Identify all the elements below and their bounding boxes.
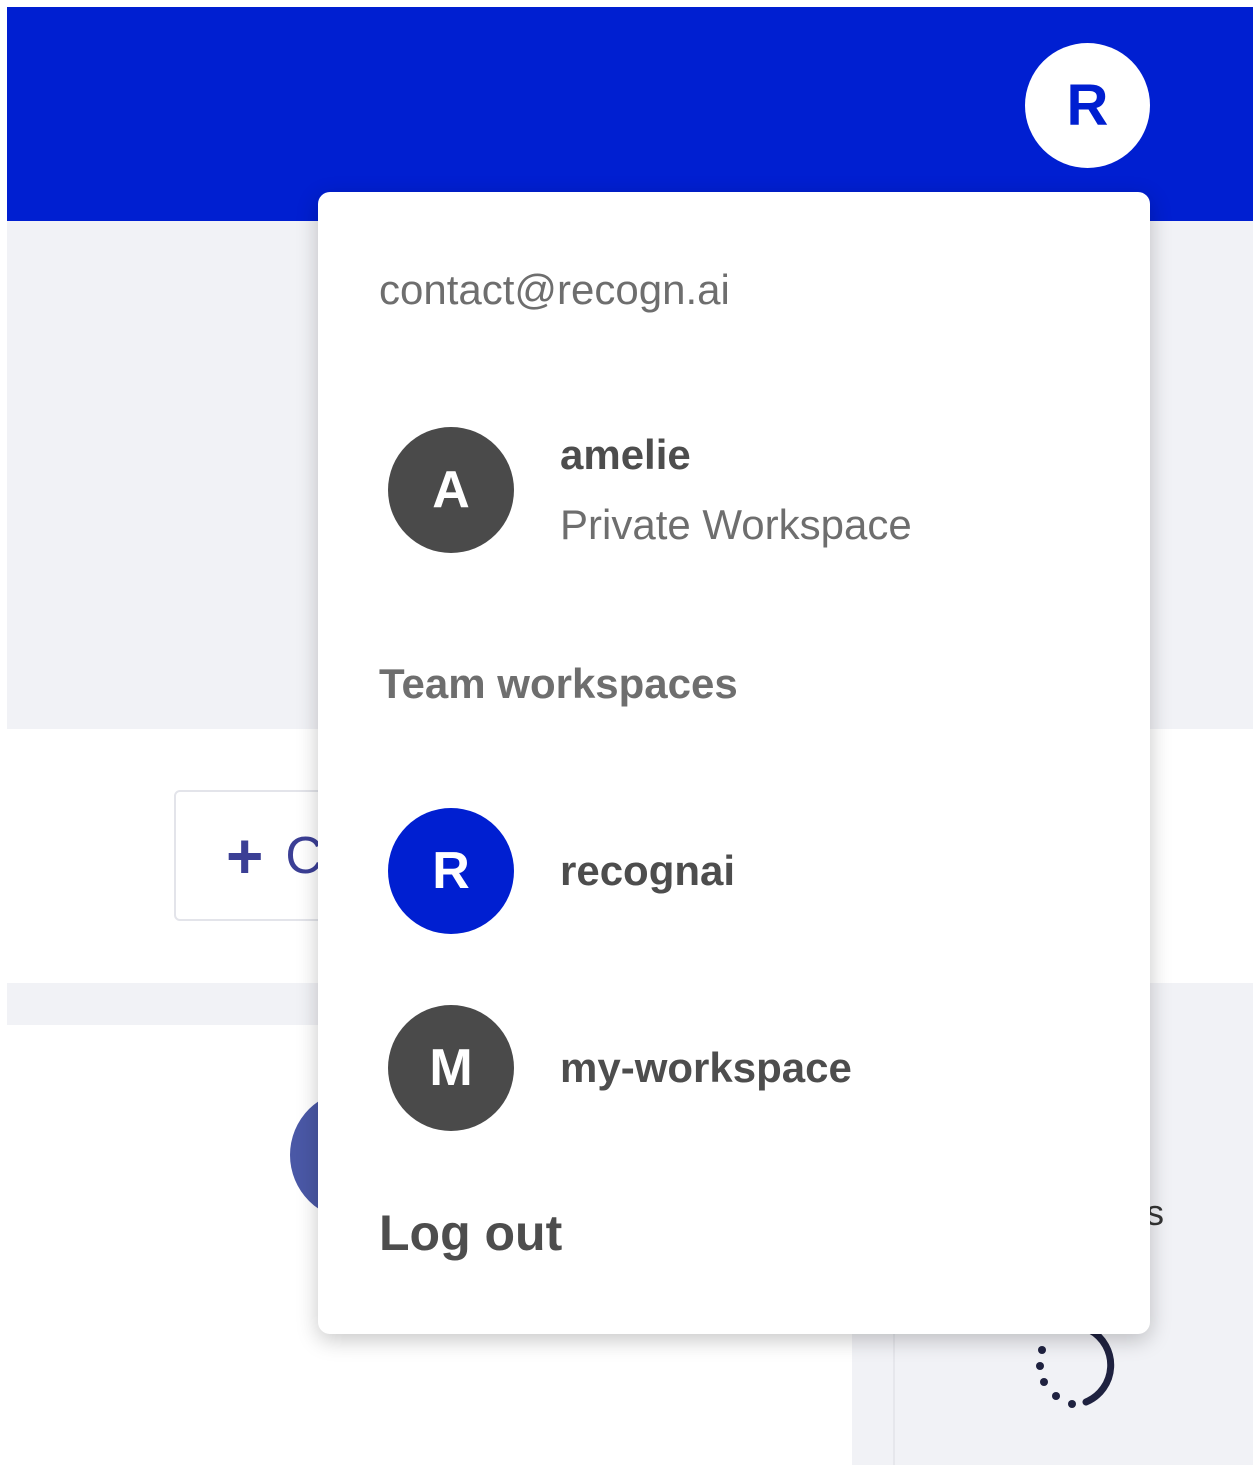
workspace-avatar: A [388, 427, 514, 553]
user-menu-dropdown: contact@recogn.ai A amelie Private Works… [318, 192, 1150, 1334]
workspace-avatar-initial: R [432, 842, 470, 900]
user-avatar-button[interactable]: R [1025, 43, 1150, 168]
user-avatar-initial: R [1066, 73, 1109, 138]
user-email: contact@recogn.ai [379, 266, 730, 313]
workspace-avatar-initial: M [429, 1039, 473, 1097]
workspace-item-private[interactable]: A amelie Private Workspace [388, 427, 1088, 553]
workspace-text: recognai [560, 847, 735, 895]
workspace-subtitle: Private Workspace [560, 501, 912, 548]
workspace-name: recognai [560, 847, 736, 894]
logout-button[interactable]: Log out [379, 1204, 562, 1262]
workspace-avatar-initial: A [432, 461, 470, 519]
team-workspaces-heading: Team workspaces [379, 660, 738, 707]
workspace-item-recognai[interactable]: R recognai [388, 808, 1088, 934]
plus-icon: + [226, 819, 264, 892]
workspace-text: my-workspace [560, 1044, 852, 1092]
workspace-avatar: R [388, 808, 514, 934]
workspace-name: my-workspace [560, 1044, 852, 1091]
workspace-item-my-workspace[interactable]: M my-workspace [388, 1005, 1088, 1131]
workspace-name: amelie [560, 431, 691, 478]
workspace-text: amelie Private Workspace [560, 431, 912, 549]
page: R + C s contact@recogn.ai A amelie Priva… [0, 0, 1253, 1465]
workspace-avatar: M [388, 1005, 514, 1131]
